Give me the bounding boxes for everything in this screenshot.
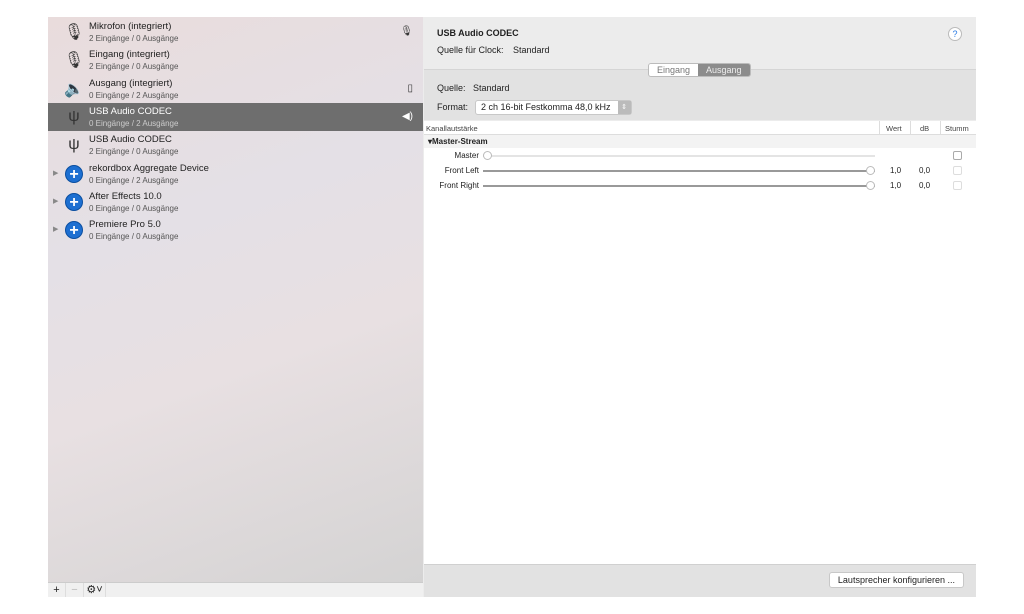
device-name: Mikrofon (integriert)	[89, 21, 172, 32]
format-label: Format:	[437, 102, 469, 112]
slider-knob[interactable]	[866, 181, 875, 190]
device-name: Ausgang (integriert)	[89, 77, 173, 89]
sidebar-footer: + − ⚙˅	[48, 582, 423, 597]
help-button[interactable]: ?	[948, 27, 962, 41]
device-item[interactable]: ▶ + rekordbox Aggregate Device 0 Eingänge /…	[48, 160, 423, 188]
disclosure-triangle-icon[interactable]: ▶	[53, 225, 58, 233]
clock-label: Quelle für Clock:	[437, 45, 504, 55]
channel-label: Front Right	[439, 181, 479, 190]
device-detail: USB Audio CODEC Quelle für Clock: Standa…	[424, 17, 976, 597]
device-io: 0 Eingänge / 2 Ausgänge	[89, 175, 179, 185]
device-item[interactable]: 🎙 Mikrofon (integriert) 2 Eingänge / 0 Aus…	[48, 18, 423, 46]
add-device-button[interactable]: +	[48, 583, 66, 597]
tab-ausgang[interactable]: Ausgang	[698, 64, 750, 76]
header-db: dB	[920, 124, 930, 133]
microphone-icon: 🎙	[63, 52, 85, 70]
mute-checkbox[interactable]	[953, 166, 962, 175]
channel-row: Front Left 1,0 0,0	[424, 163, 976, 178]
device-io: 0 Eingänge / 2 Ausgänge	[89, 118, 179, 128]
device-title: USB Audio CODEC	[437, 28, 519, 38]
device-io: 2 Eingänge / 0 Ausgänge	[89, 147, 179, 157]
device-io: 0 Eingänge / 0 Ausgänge	[89, 232, 179, 242]
io-tabs: Eingang Ausgang	[648, 63, 751, 77]
tab-eingang[interactable]: Eingang	[649, 64, 699, 76]
device-list: 🎙 Mikrofon (integriert) 2 Eingänge / 0 Aus…	[48, 17, 423, 582]
device-name: rekordbox Aggregate Device	[89, 162, 209, 174]
clock-value: Standard	[513, 45, 550, 55]
volume-slider[interactable]	[483, 155, 875, 157]
format-select[interactable]: 2 ch 16-bit Festkomma 48,0 kHz ⇕	[475, 100, 632, 115]
device-io: 2 Eingänge / 0 Ausgänge	[89, 62, 179, 72]
header-mute: Stumm	[945, 124, 969, 133]
format-value: 2 ch 16-bit Festkomma 48,0 kHz	[481, 102, 611, 112]
device-name: USB Audio CODEC	[89, 134, 172, 146]
device-item[interactable]: ▶ + Premiere Pro 5.0 0 Eingänge / 0 Ausgäng…	[48, 216, 423, 244]
microphone-icon: 🎙	[400, 26, 413, 37]
device-item[interactable]: 🎙 Eingang (integriert) 2 Eingänge / 0 Ausg…	[48, 46, 423, 74]
source-label: Quelle:	[437, 83, 466, 93]
audio-midi-setup-window: 🎙 Mikrofon (integriert) 2 Eingänge / 0 Aus…	[48, 17, 976, 597]
device-item[interactable]: ψ USB Audio CODEC 2 Eingänge / 0 Ausgänge	[48, 131, 423, 159]
channel-label: Master	[454, 151, 479, 160]
slider-knob[interactable]	[483, 151, 492, 160]
slider-knob[interactable]	[866, 166, 875, 175]
device-item[interactable]: ψ USB Audio CODEC 0 Eingänge / 2 Ausgänge ◀…	[48, 102, 423, 131]
device-io: 0 Eingänge / 0 Ausgänge	[89, 203, 179, 213]
channel-db: 0,0	[919, 181, 931, 190]
mute-checkbox[interactable]	[953, 181, 962, 190]
aggregate-icon: +	[64, 163, 84, 185]
speaker-volume-icon: ◀)	[401, 110, 413, 122]
gear-menu-button[interactable]: ⚙˅	[84, 583, 106, 597]
device-item[interactable]: ▶ + After Effects 10.0 0 Eingänge / 0 Ausgä…	[48, 188, 423, 216]
stepper-icon: ⇕	[617, 101, 631, 114]
group-label: Master-Stream	[432, 137, 488, 146]
group-master-stream[interactable]: ▾Master-Stream	[424, 135, 976, 148]
source-value: Standard	[473, 83, 510, 93]
channel-db: 0,0	[919, 166, 931, 175]
channel-value: 1,0	[890, 181, 902, 190]
remove-device-button[interactable]: −	[66, 583, 84, 597]
channel-value: 1,0	[890, 166, 902, 175]
usb-icon: ψ	[68, 107, 80, 125]
device-io: 2 Eingänge / 0 Ausgänge	[89, 34, 179, 43]
mute-checkbox[interactable]	[953, 151, 962, 160]
finder-icon: ▯	[407, 82, 413, 94]
channel-row: Master	[424, 148, 976, 163]
disclosure-triangle-icon[interactable]: ▶	[53, 197, 58, 205]
device-io: 0 Eingänge / 2 Ausgänge	[89, 90, 179, 100]
device-name: Eingang (integriert)	[89, 49, 170, 61]
disclosure-triangle-icon[interactable]: ▶	[53, 169, 58, 177]
aggregate-icon: +	[64, 191, 84, 213]
aggregate-icon: +	[64, 219, 84, 241]
header-channel: Kanallautstärke	[426, 124, 478, 133]
channel-label: Front Left	[444, 166, 479, 175]
channel-row: Front Right 1,0 0,0	[424, 178, 976, 193]
channel-volume-table: Kanallautstärke Wert dB Stumm ▾Master-St…	[424, 121, 976, 564]
device-name: After Effects 10.0	[89, 190, 162, 202]
device-name: Premiere Pro 5.0	[89, 219, 161, 231]
volume-slider[interactable]	[483, 185, 875, 187]
device-item[interactable]: 🔈 Ausgang (integriert) 0 Eingänge / 2 Ausg…	[48, 75, 423, 103]
header-value: Wert	[886, 124, 902, 133]
usb-icon: ψ	[68, 136, 80, 154]
volume-slider[interactable]	[483, 170, 875, 172]
microphone-icon: 🎙	[63, 24, 85, 41]
speaker-icon: 🔈	[64, 80, 84, 98]
configure-speakers-button[interactable]: Lautsprecher konfigurieren ...	[828, 572, 964, 588]
device-name: USB Audio CODEC	[89, 105, 172, 117]
